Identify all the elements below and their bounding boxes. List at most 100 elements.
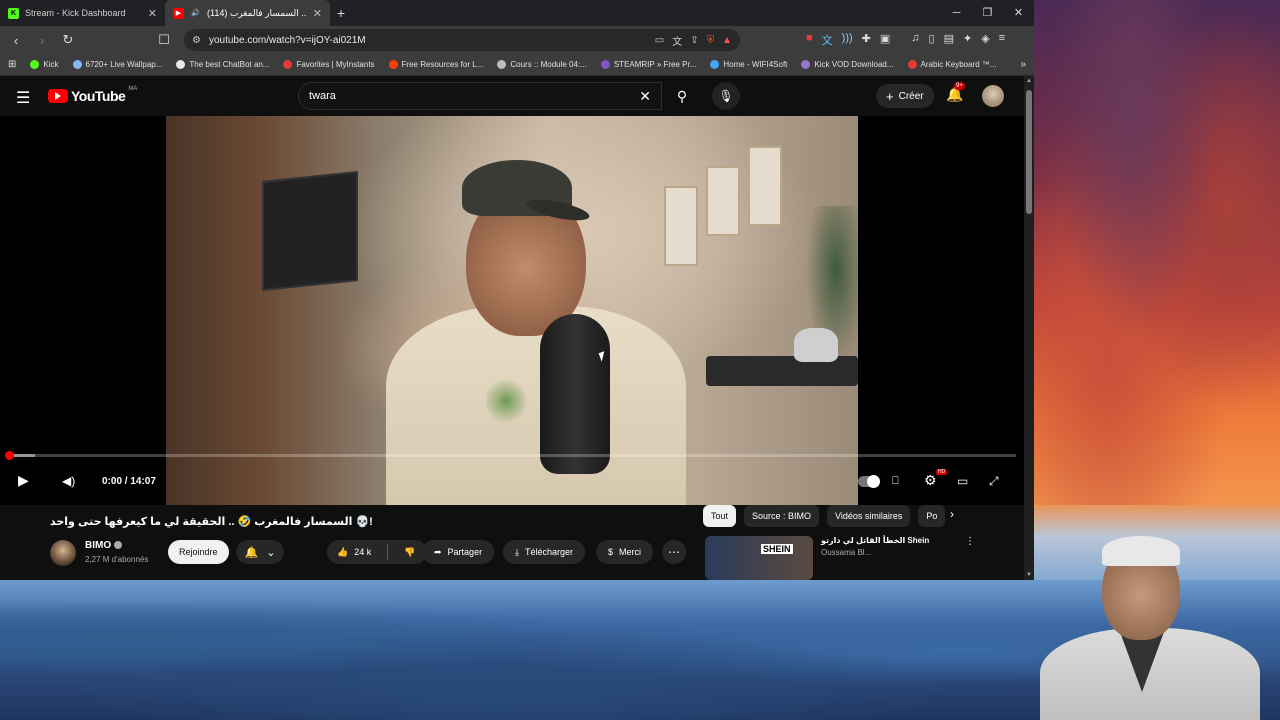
theater-mode-icon[interactable]: ▭ — [957, 474, 968, 488]
fullscreen-icon[interactable]: ⤢ — [989, 474, 999, 489]
chip-all[interactable]: Tout — [703, 505, 737, 527]
chevron-right-icon[interactable]: › — [950, 507, 954, 521]
microphone-icon[interactable]: 🎙 — [712, 82, 740, 110]
recommended-title[interactable]: الخطأ القاتل لي دارتو Shein — [821, 536, 929, 545]
search-value[interactable]: twara — [309, 90, 639, 102]
reload-icon[interactable]: ↻ — [58, 32, 78, 48]
extension-sound-icon[interactable]: ))) — [842, 32, 853, 48]
channel-name[interactable]: BIMO — [85, 540, 111, 551]
brave-shield-icon[interactable]: ⛨ — [707, 35, 715, 46]
create-button[interactable]: + Créer — [876, 84, 934, 108]
browser-window: K Stream - Kick Dashboard ✕ ▶ 🔊 (114) ال… — [0, 0, 1034, 580]
bookmark-item[interactable]: Arabic Keyboard ™... — [907, 60, 997, 69]
tab-youtube[interactable]: ▶ 🔊 (114) السمسار فالمغرب .. ✕ — [165, 0, 330, 26]
recommended-video[interactable]: SHEIN الخطأ القاتل لي دارتو Shein Oussam… — [705, 536, 1015, 580]
bookmark-label: Favorites | MyInstants — [296, 60, 375, 69]
more-bookmarks-icon[interactable]: » — [1020, 59, 1026, 70]
bookmark-item[interactable]: Free Resources for L... — [388, 60, 483, 69]
bookmark-item[interactable]: The best ChatBot an... — [176, 60, 269, 69]
chip-source[interactable]: Source : BIMO — [744, 505, 820, 527]
search-icon[interactable]: ⚲ — [662, 82, 702, 110]
close-tab-icon[interactable]: ✕ — [148, 7, 157, 20]
search-input[interactable]: twara ✕ — [298, 82, 662, 110]
extensions-icon[interactable]: ✚ — [862, 32, 871, 48]
url-text[interactable]: youtube.com/watch?v=ijOY-ai021M — [209, 35, 647, 46]
notifications-bell-icon[interactable]: 🔔 9+ — [946, 82, 965, 103]
close-window-icon[interactable]: ✕ — [1003, 0, 1034, 26]
recommended-thumbnail[interactable]: SHEIN — [705, 536, 813, 580]
restore-icon[interactable]: ❐ — [972, 0, 1003, 26]
volume-icon[interactable]: ◀) — [62, 474, 75, 488]
chip-more[interactable]: Po — [918, 505, 946, 527]
forward-icon[interactable]: › — [32, 33, 52, 48]
thanks-button[interactable]: $ Merci — [596, 540, 654, 564]
subtitles-icon[interactable]: ⎕ — [892, 475, 899, 488]
account-avatar[interactable] — [982, 85, 1004, 107]
bookmark-item[interactable]: Kick VOD Download... — [801, 60, 894, 69]
site-info-icon[interactable]: ⚙ — [192, 35, 201, 46]
logo-text: YouTube — [71, 88, 126, 104]
extension-red-icon[interactable]: ■ — [806, 32, 813, 48]
recommended-channel[interactable]: Oussama Bl... — [821, 548, 871, 557]
webcam-person-hair — [1102, 536, 1180, 566]
scrollbar-thumb[interactable] — [1026, 90, 1032, 214]
leo-icon[interactable]: ✦ — [963, 32, 972, 48]
download-button[interactable]: ⤓ Télécharger — [503, 540, 586, 564]
new-tab-button[interactable]: + — [330, 5, 352, 21]
youtube-logo[interactable]: YouTube MA — [48, 86, 137, 104]
dislike-button[interactable]: 👎 — [394, 540, 425, 564]
speaker-icon[interactable]: 🔊 — [190, 8, 201, 19]
address-bar[interactable]: ⚙ youtube.com/watch?v=ijOY-ai021M ▭ 文 ⇪ … — [184, 29, 740, 51]
kebab-menu-icon[interactable]: ⋮ — [965, 536, 975, 547]
page-scrollbar[interactable]: ▲ ▼ — [1024, 76, 1034, 580]
video-tv — [262, 170, 358, 292]
download-icon: ⤓ — [515, 546, 519, 557]
channel-name-row[interactable]: BIMO — [85, 540, 123, 551]
menu-icon[interactable]: ≡ — [999, 32, 1005, 48]
close-tab-icon[interactable]: ✕ — [313, 7, 322, 20]
cast-icon[interactable]: ▭ — [655, 35, 664, 46]
sidebar-icon[interactable]: ▯ — [929, 32, 935, 48]
bookmark-label: Kick — [43, 60, 59, 69]
translate-icon[interactable]: 文 — [672, 33, 682, 48]
vpn-icon[interactable]: ◈ — [981, 32, 989, 48]
hamburger-menu-icon[interactable]: ☰ — [16, 88, 30, 108]
bookmark-item[interactable]: Home - WIFI4Soft — [710, 60, 787, 69]
video-frame[interactable] — [166, 116, 858, 505]
scroll-up-icon[interactable]: ▲ — [1026, 78, 1032, 84]
autoplay-toggle[interactable] — [858, 475, 880, 488]
like-button[interactable]: 👍 24 k — [327, 540, 381, 564]
subscription-bell-button[interactable]: 🔔 ⌄ — [236, 540, 284, 564]
video-player[interactable]: ▶ ◀) 0:00 / 14:07 ⎕ ⚙ HD ▭ ⤢ — [0, 116, 1024, 505]
bookmark-icon[interactable]: ☐ — [154, 32, 174, 48]
minimize-icon[interactable]: ─ — [941, 0, 972, 26]
bookmark-item[interactable]: Favorites | MyInstants — [283, 60, 375, 69]
back-icon[interactable]: ‹ — [6, 33, 26, 48]
clear-search-icon[interactable]: ✕ — [639, 88, 651, 105]
progress-bar[interactable] — [5, 451, 1016, 460]
settings-gear-icon[interactable]: ⚙ — [924, 472, 937, 489]
rewards-icon[interactable]: ▲ — [722, 35, 732, 46]
extension-translate-icon[interactable]: 文 — [822, 32, 833, 48]
screenshot-icon[interactable]: ▣ — [880, 32, 890, 48]
join-button[interactable]: Rejoindre — [168, 540, 229, 564]
bookmark-favicon-icon — [176, 60, 186, 69]
video-frame-art — [706, 166, 740, 236]
bookmark-item[interactable]: Cours :: Module 04:... — [497, 60, 587, 69]
tab-kick-dashboard[interactable]: K Stream - Kick Dashboard ✕ — [0, 0, 165, 26]
media-icon[interactable]: ♫ — [911, 32, 919, 48]
bookmark-item[interactable]: STEAMRIP » Free Pr... — [600, 60, 696, 69]
share-icon[interactable]: ⇪ — [690, 35, 698, 46]
subscriber-count: 2,27 M d'abonnés — [85, 555, 149, 564]
channel-avatar[interactable] — [50, 540, 76, 566]
bookmark-item[interactable]: Kick — [30, 60, 59, 69]
more-actions-icon[interactable]: ⋯ — [662, 540, 686, 564]
scrubber-handle[interactable] — [5, 451, 14, 460]
create-label: Créer — [898, 90, 924, 102]
apps-grid-icon[interactable]: ⊞ — [8, 59, 16, 70]
wallet-icon[interactable]: ▤ — [944, 32, 954, 48]
share-button[interactable]: ➦ Partager — [422, 540, 495, 564]
chip-similar[interactable]: Vidéos similaires — [827, 505, 911, 527]
play-icon[interactable]: ▶ — [18, 472, 29, 489]
bookmark-item[interactable]: 6720+ Live Wallpap... — [72, 60, 162, 69]
